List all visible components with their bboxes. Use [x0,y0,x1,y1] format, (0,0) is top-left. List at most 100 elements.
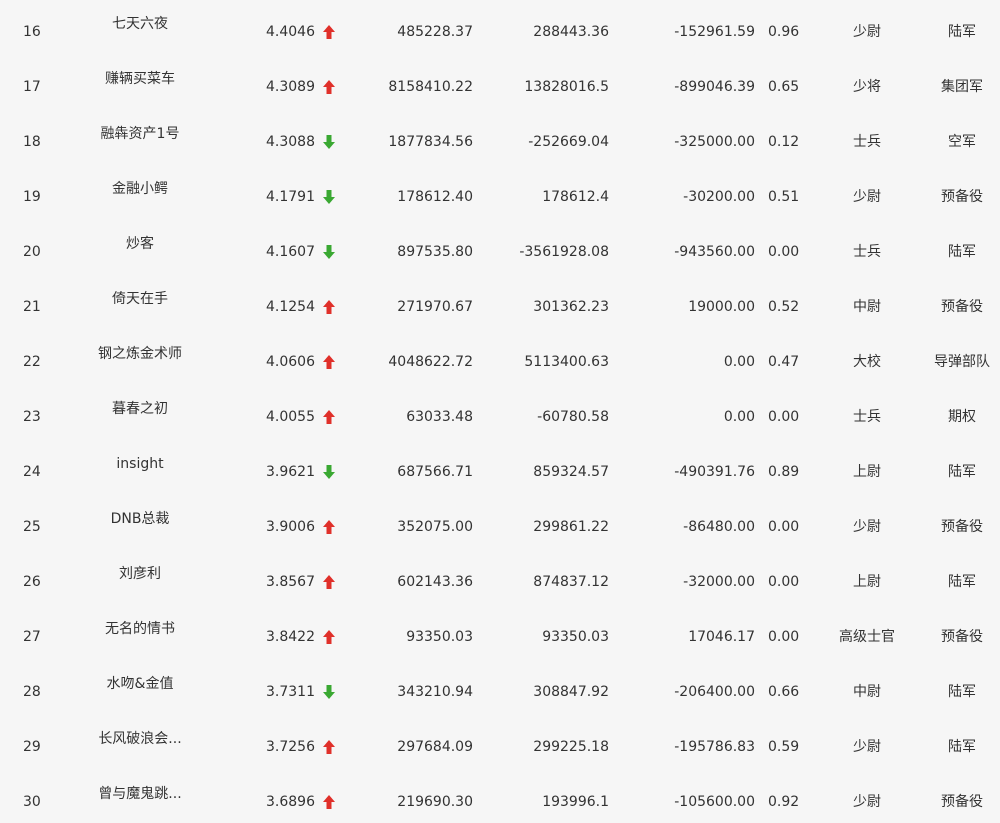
table-row[interactable]: 16 七天六夜 4.4046 485228.37 288443.36 -152961.59… [0,0,1000,53]
ratio-cell: 0.00 [768,409,800,425]
rank-cell: 29 [23,739,41,755]
branch-cell: 陆军 [948,684,976,700]
score-cell: 4.3088 [266,134,315,150]
name-cell[interactable]: insight [80,455,200,473]
table-row[interactable]: 24 insight 3.9621 687566.71 859324.57 -490391… [0,438,1000,493]
rank-cell: 19 [23,189,41,205]
ratio-cell: 0.47 [768,354,800,370]
table-row[interactable]: 25 DNB总裁 3.9006 352075.00 299861.22 -86480.00… [0,493,1000,548]
value-cell-2: 859324.57 [533,464,609,480]
rank-cell: 17 [23,79,41,95]
table-row[interactable]: 18 融犇资产1号 4.3088 1877834.56 -252669.04 -32500… [0,108,1000,163]
branch-cell: 期权 [948,409,976,425]
value-cell-1: 8158410.22 [388,79,473,95]
name-cell[interactable]: DNB总裁 [80,510,200,528]
value-cell-1: 93350.03 [406,629,473,645]
military-rank-cell: 中尉 [853,299,881,315]
ratio-cell: 0.92 [768,794,800,810]
name-cell[interactable]: 长风破浪会... [80,730,200,748]
value-cell-2: -3561928.08 [519,244,609,260]
score-cell: 3.6896 [266,794,315,810]
branch-cell: 预备役 [941,519,983,535]
rank-cell: 28 [23,684,41,700]
table-row[interactable]: 30 曾与魔鬼跳... 3.6896 219690.30 193996.1 -105600… [0,768,1000,823]
value-cell-3: -325000.00 [674,134,755,150]
name-cell[interactable]: 刘彦利 [80,565,200,583]
rank-cell: 20 [23,244,41,260]
table-row[interactable]: 17 赚辆买菜车 4.3089 8158410.22 13828016.5 -899046… [0,53,1000,108]
name-cell[interactable]: 无名的情书 [80,620,200,638]
military-rank-cell: 高级士官 [839,629,895,645]
rank-cell: 25 [23,519,41,535]
value-cell-3: 19000.00 [688,299,755,315]
value-cell-1: 219690.30 [397,794,473,810]
ratio-cell: 0.00 [768,244,800,260]
value-cell-1: 4048622.72 [388,354,473,370]
table-row[interactable]: 27 无名的情书 3.8422 93350.03 93350.03 17046.17 0.0… [0,603,1000,658]
branch-cell: 陆军 [948,244,976,260]
military-rank-cell: 少尉 [853,739,881,755]
value-cell-3: -206400.00 [674,684,755,700]
score-cell: 4.3089 [266,79,315,95]
score-cell: 4.0055 [266,409,315,425]
value-cell-2: 5113400.63 [524,354,609,370]
rank-cell: 26 [23,574,41,590]
table-row[interactable]: 23 暮春之初 4.0055 63033.48 -60780.58 0.00 0.00 士兵 期… [0,383,1000,438]
score-cell: 3.9621 [266,464,315,480]
rank-cell: 30 [23,794,41,810]
name-cell[interactable]: 七天六夜 [80,15,200,33]
up-arrow-icon [322,24,338,42]
value-cell-2: 93350.03 [542,629,609,645]
score-cell: 4.1254 [266,299,315,315]
name-cell[interactable]: 水吻&金值 [80,675,200,693]
table-row[interactable]: 22 钢之炼金术师 4.0606 4048622.72 5113400.63 0.00 0.… [0,328,1000,383]
name-cell[interactable]: 融犇资产1号 [80,125,200,143]
up-arrow-icon [322,519,338,537]
table-row[interactable]: 26 刘彦利 3.8567 602143.36 874837.12 -32000.00 0.… [0,548,1000,603]
name-cell[interactable]: 暮春之初 [80,400,200,418]
branch-cell: 陆军 [948,24,976,40]
table-row[interactable]: 19 金融小鳄 4.1791 178612.40 178612.4 -30200.00 0.… [0,163,1000,218]
military-rank-cell: 少将 [853,79,881,95]
down-arrow-icon [322,189,338,207]
military-rank-cell: 士兵 [853,409,881,425]
down-arrow-icon [322,134,338,152]
score-cell: 3.7256 [266,739,315,755]
name-cell[interactable]: 曾与魔鬼跳... [80,785,200,803]
value-cell-2: 874837.12 [533,574,609,590]
value-cell-2: 301362.23 [533,299,609,315]
military-rank-cell: 大校 [853,354,881,370]
name-cell[interactable]: 赚辆买菜车 [80,70,200,88]
name-cell[interactable]: 炒客 [80,235,200,253]
value-cell-3: -105600.00 [674,794,755,810]
value-cell-3: -899046.39 [674,79,755,95]
rank-cell: 24 [23,464,41,480]
name-cell[interactable]: 金融小鳄 [80,180,200,198]
ratio-cell: 0.65 [768,79,800,95]
table-row[interactable]: 29 长风破浪会... 3.7256 297684.09 299225.18 -19578… [0,713,1000,768]
ratio-cell: 0.00 [768,519,800,535]
up-arrow-icon [322,794,338,812]
table-row[interactable]: 28 水吻&金值 3.7311 343210.94 308847.92 -206400.0… [0,658,1000,713]
name-cell[interactable]: 倚天在手 [80,290,200,308]
branch-cell: 空军 [948,134,976,150]
down-arrow-icon [322,684,338,702]
value-cell-1: 297684.09 [397,739,473,755]
value-cell-3: -490391.76 [674,464,755,480]
branch-cell: 预备役 [941,629,983,645]
table-row[interactable]: 20 炒客 4.1607 897535.80 -3561928.08 -943560.00… [0,218,1000,273]
military-rank-cell: 少尉 [853,24,881,40]
ratio-cell: 0.59 [768,739,800,755]
ranking-table: 16 七天六夜 4.4046 485228.37 288443.36 -152961.59… [0,0,1000,820]
military-rank-cell: 士兵 [853,134,881,150]
name-cell[interactable]: 钢之炼金术师 [80,345,200,363]
value-cell-2: 299861.22 [533,519,609,535]
score-cell: 3.7311 [266,684,315,700]
rank-cell: 16 [23,24,41,40]
branch-cell: 集团军 [941,79,983,95]
score-cell: 4.0606 [266,354,315,370]
table-row[interactable]: 21 倚天在手 4.1254 271970.67 301362.23 19000.00 0.… [0,273,1000,328]
value-cell-2: 178612.4 [542,189,609,205]
ratio-cell: 0.00 [768,629,800,645]
score-cell: 3.8567 [266,574,315,590]
